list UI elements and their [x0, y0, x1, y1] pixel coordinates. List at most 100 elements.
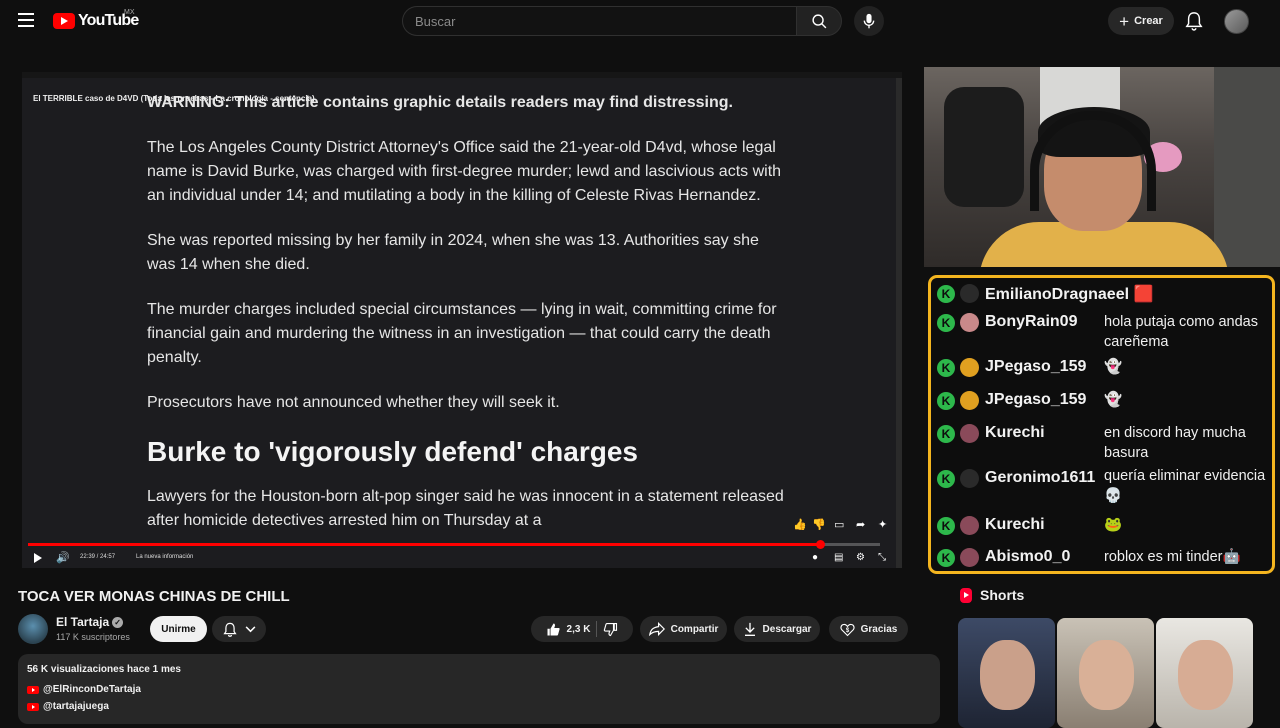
chat-avatar: [960, 358, 979, 377]
notifications-bell-icon[interactable]: [1185, 11, 1203, 31]
thanks-button[interactable]: $ Gracias: [829, 616, 908, 642]
time-display: 22:39 / 24:57: [80, 554, 116, 560]
like-count[interactable]: 2,3 K: [567, 624, 591, 635]
like-icon[interactable]: [546, 622, 561, 637]
share-icon[interactable]: ➦: [856, 518, 865, 531]
plus-icon: +: [1119, 11, 1130, 31]
svg-text:$: $: [845, 627, 849, 633]
chat-username: Geronimo1611: [985, 469, 1096, 486]
chat-username: Kurechi: [985, 424, 1045, 441]
search-input[interactable]: [403, 7, 796, 35]
super-thanks-icon: $: [840, 623, 855, 636]
chevron-down-icon: [245, 625, 255, 632]
comment-icon[interactable]: ▭: [834, 518, 844, 531]
description-link-text[interactable]: @ElRinconDeTartaja: [43, 684, 141, 695]
chapter-title[interactable]: La nueva información: [136, 554, 193, 560]
chat-text: 🐸: [1104, 517, 1123, 533]
chat-badge-icon: K: [937, 285, 955, 303]
youtube-mini-icon: [27, 685, 39, 694]
play-icon[interactable]: [34, 553, 42, 563]
streamer-webcam: [924, 67, 1280, 267]
subtitles-icon[interactable]: ▤: [834, 552, 843, 563]
download-label: Descargar: [762, 623, 812, 635]
subscription-bell-button[interactable]: [212, 616, 266, 642]
subscriber-count: 117 K suscriptores: [56, 632, 130, 642]
webcam-door: [1214, 67, 1280, 267]
channel-name[interactable]: El Tartaja ✓: [56, 615, 124, 629]
webcam-hoodie: [944, 87, 1024, 207]
search-button[interactable]: [796, 6, 842, 36]
volume-icon[interactable]: 🔊: [56, 551, 70, 564]
chat-text: en discord hay mucha basura: [1104, 425, 1246, 461]
chat-avatar: [960, 516, 979, 535]
download-icon: [744, 622, 755, 636]
thumbs-up-icon[interactable]: 👍: [793, 518, 807, 531]
chat-avatar: [960, 284, 979, 303]
description-link[interactable]: @tartajajuega: [27, 701, 109, 712]
menu-icon[interactable]: [18, 13, 34, 27]
chat-badge-icon: K: [937, 359, 955, 377]
chat-avatar: [960, 424, 979, 443]
thumbs-down-icon[interactable]: 👎: [812, 518, 826, 531]
chat-text: 👻: [1104, 359, 1123, 375]
chat-text: 👻: [1104, 392, 1123, 408]
search-box[interactable]: [402, 6, 796, 36]
chat-badge-icon: K: [937, 425, 955, 443]
short-thumbnail-face: [1079, 640, 1134, 710]
fullscreen-icon[interactable]: ⤡: [878, 552, 886, 563]
user-avatar[interactable]: [1224, 9, 1249, 34]
description-link-text[interactable]: @tartajajuega: [43, 701, 109, 712]
dislike-icon[interactable]: [603, 622, 618, 637]
chat-badge-icon: K: [937, 392, 955, 410]
settings-gear-icon[interactable]: ⚙: [856, 552, 865, 563]
video-player[interactable]: WARNING: This article contains graphic d…: [22, 72, 902, 568]
chat-username: EmilianoDragnaeel 🟥: [985, 284, 1153, 304]
article-paragraph: Prosecutors have not announced whether t…: [147, 394, 560, 411]
video-title: TOCA VER MONAS CHINAS DE CHILL: [18, 588, 290, 605]
chat-avatar: [960, 313, 979, 332]
chat-badge-icon: K: [937, 549, 955, 567]
create-label: Crear: [1134, 15, 1163, 27]
progress-bar[interactable]: [28, 540, 880, 549]
video-frame[interactable]: WARNING: This article contains graphic d…: [22, 78, 902, 568]
microphone-icon: [863, 13, 875, 28]
article-heading: Burke to 'vigorously defend' charges: [147, 436, 638, 467]
voice-search-button[interactable]: [854, 6, 884, 36]
article-paragraph: She was reported missing by her family i…: [147, 232, 759, 273]
player-controls: 🔊 22:39 / 24:57 La nueva información ● ▤…: [22, 548, 902, 568]
chat-username: Kurechi: [985, 516, 1045, 533]
channel-avatar[interactable]: [18, 614, 48, 644]
download-button[interactable]: Descargar: [734, 616, 820, 642]
share-arrow-icon: [648, 622, 665, 636]
chat-badge-icon: K: [937, 314, 955, 332]
sparkle-icon[interactable]: ✦: [878, 518, 887, 531]
channel-name-text[interactable]: El Tartaja: [56, 615, 109, 629]
short-thumbnail-face: [980, 640, 1035, 710]
player-edge: [896, 78, 902, 568]
description-link[interactable]: @ElRinconDeTartaja: [27, 684, 141, 695]
short-thumbnail-face: [1178, 640, 1233, 710]
chat-text: quería eliminar evidencia 💀: [1104, 468, 1266, 504]
chat-avatar: [960, 469, 979, 488]
share-button[interactable]: Compartir: [640, 616, 727, 642]
create-button[interactable]: + Crear: [1108, 7, 1174, 35]
bell-icon: [222, 622, 237, 637]
chat-username: BonyRain09: [985, 313, 1078, 330]
article-screenshot: WARNING: This article contains graphic d…: [147, 91, 787, 554]
chat-username: Abismo0_0: [985, 548, 1071, 565]
description-box[interactable]: 56 K visualizaciones hace 1 mes @ElRinco…: [18, 654, 940, 724]
short-thumbnail[interactable]: [1057, 618, 1154, 728]
top-bar: YouTube MX + Crear: [0, 0, 1280, 42]
short-thumbnail[interactable]: [958, 618, 1055, 728]
region-code: MX: [124, 9, 135, 16]
article-paragraph: Lawyers for the Houston-born alt-pop sin…: [147, 488, 784, 529]
join-button[interactable]: Unirme: [150, 616, 207, 642]
article-paragraph: The Los Angeles County District Attorney…: [147, 139, 782, 204]
chat-username: JPegaso_159: [985, 391, 1087, 408]
chat-overlay: K EmilianoDragnaeel 🟥 K BonyRain09 hola …: [928, 275, 1275, 574]
autoplay-toggle-icon[interactable]: ●: [812, 552, 818, 563]
verified-check-icon: ✓: [112, 617, 124, 628]
chat-username-text: EmilianoDragnaeel: [985, 286, 1130, 303]
chat-username: JPegaso_159: [985, 358, 1087, 375]
short-thumbnail[interactable]: [1156, 618, 1253, 728]
